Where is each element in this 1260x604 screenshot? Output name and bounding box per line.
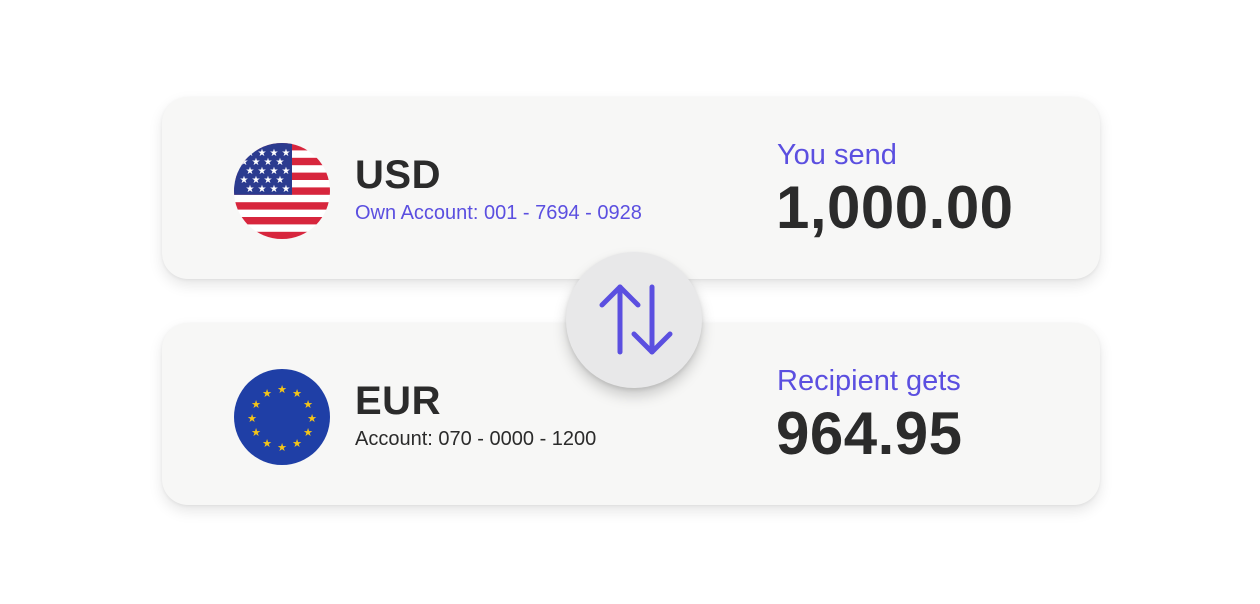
currency-exchange-widget: ★ ★ ★ ★ ★ ★ ★ ★ ★ ★ ★ ★ ★ ★ ★ ★ ★ ★ ★ ★ USD Own Account…	[0, 0, 1260, 604]
svg-text:★: ★	[251, 426, 261, 439]
svg-text:★: ★	[247, 412, 257, 425]
svg-text:★: ★	[258, 184, 267, 195]
svg-text:★: ★	[262, 437, 272, 450]
svg-text:★: ★	[277, 441, 287, 454]
eu-flag-icon: ★ ★ ★ ★ ★ ★ ★ ★ ★ ★ ★ ★	[234, 369, 330, 465]
svg-text:★: ★	[292, 387, 302, 400]
svg-text:★: ★	[277, 383, 287, 396]
send-caption: You send	[777, 139, 897, 171]
svg-text:★: ★	[246, 184, 255, 195]
svg-text:★: ★	[292, 437, 302, 450]
svg-text:★: ★	[270, 184, 279, 195]
svg-text:★: ★	[307, 412, 317, 425]
svg-text:★: ★	[282, 184, 291, 195]
receive-currency-code: EUR	[355, 379, 441, 423]
send-amount[interactable]: 1,000.00	[776, 173, 1014, 242]
receive-amount: 964.95	[776, 400, 963, 467]
svg-text:★: ★	[262, 387, 272, 400]
receive-caption: Recipient gets	[777, 365, 961, 397]
receive-account-number: Account: 070 - 0000 - 1200	[355, 428, 597, 450]
swap-arrows-icon	[599, 284, 673, 355]
svg-text:★: ★	[303, 398, 313, 411]
send-currency-code: USD	[355, 153, 441, 197]
svg-text:★: ★	[251, 398, 261, 411]
swap-currencies-button[interactable]	[566, 252, 702, 388]
svg-text:★: ★	[303, 426, 313, 439]
us-flag-icon: ★ ★ ★ ★ ★ ★ ★ ★ ★ ★ ★ ★ ★ ★ ★ ★ ★ ★ ★ ★	[234, 143, 330, 239]
send-account-number: Own Account: 001 - 7694 - 0928	[355, 202, 642, 224]
